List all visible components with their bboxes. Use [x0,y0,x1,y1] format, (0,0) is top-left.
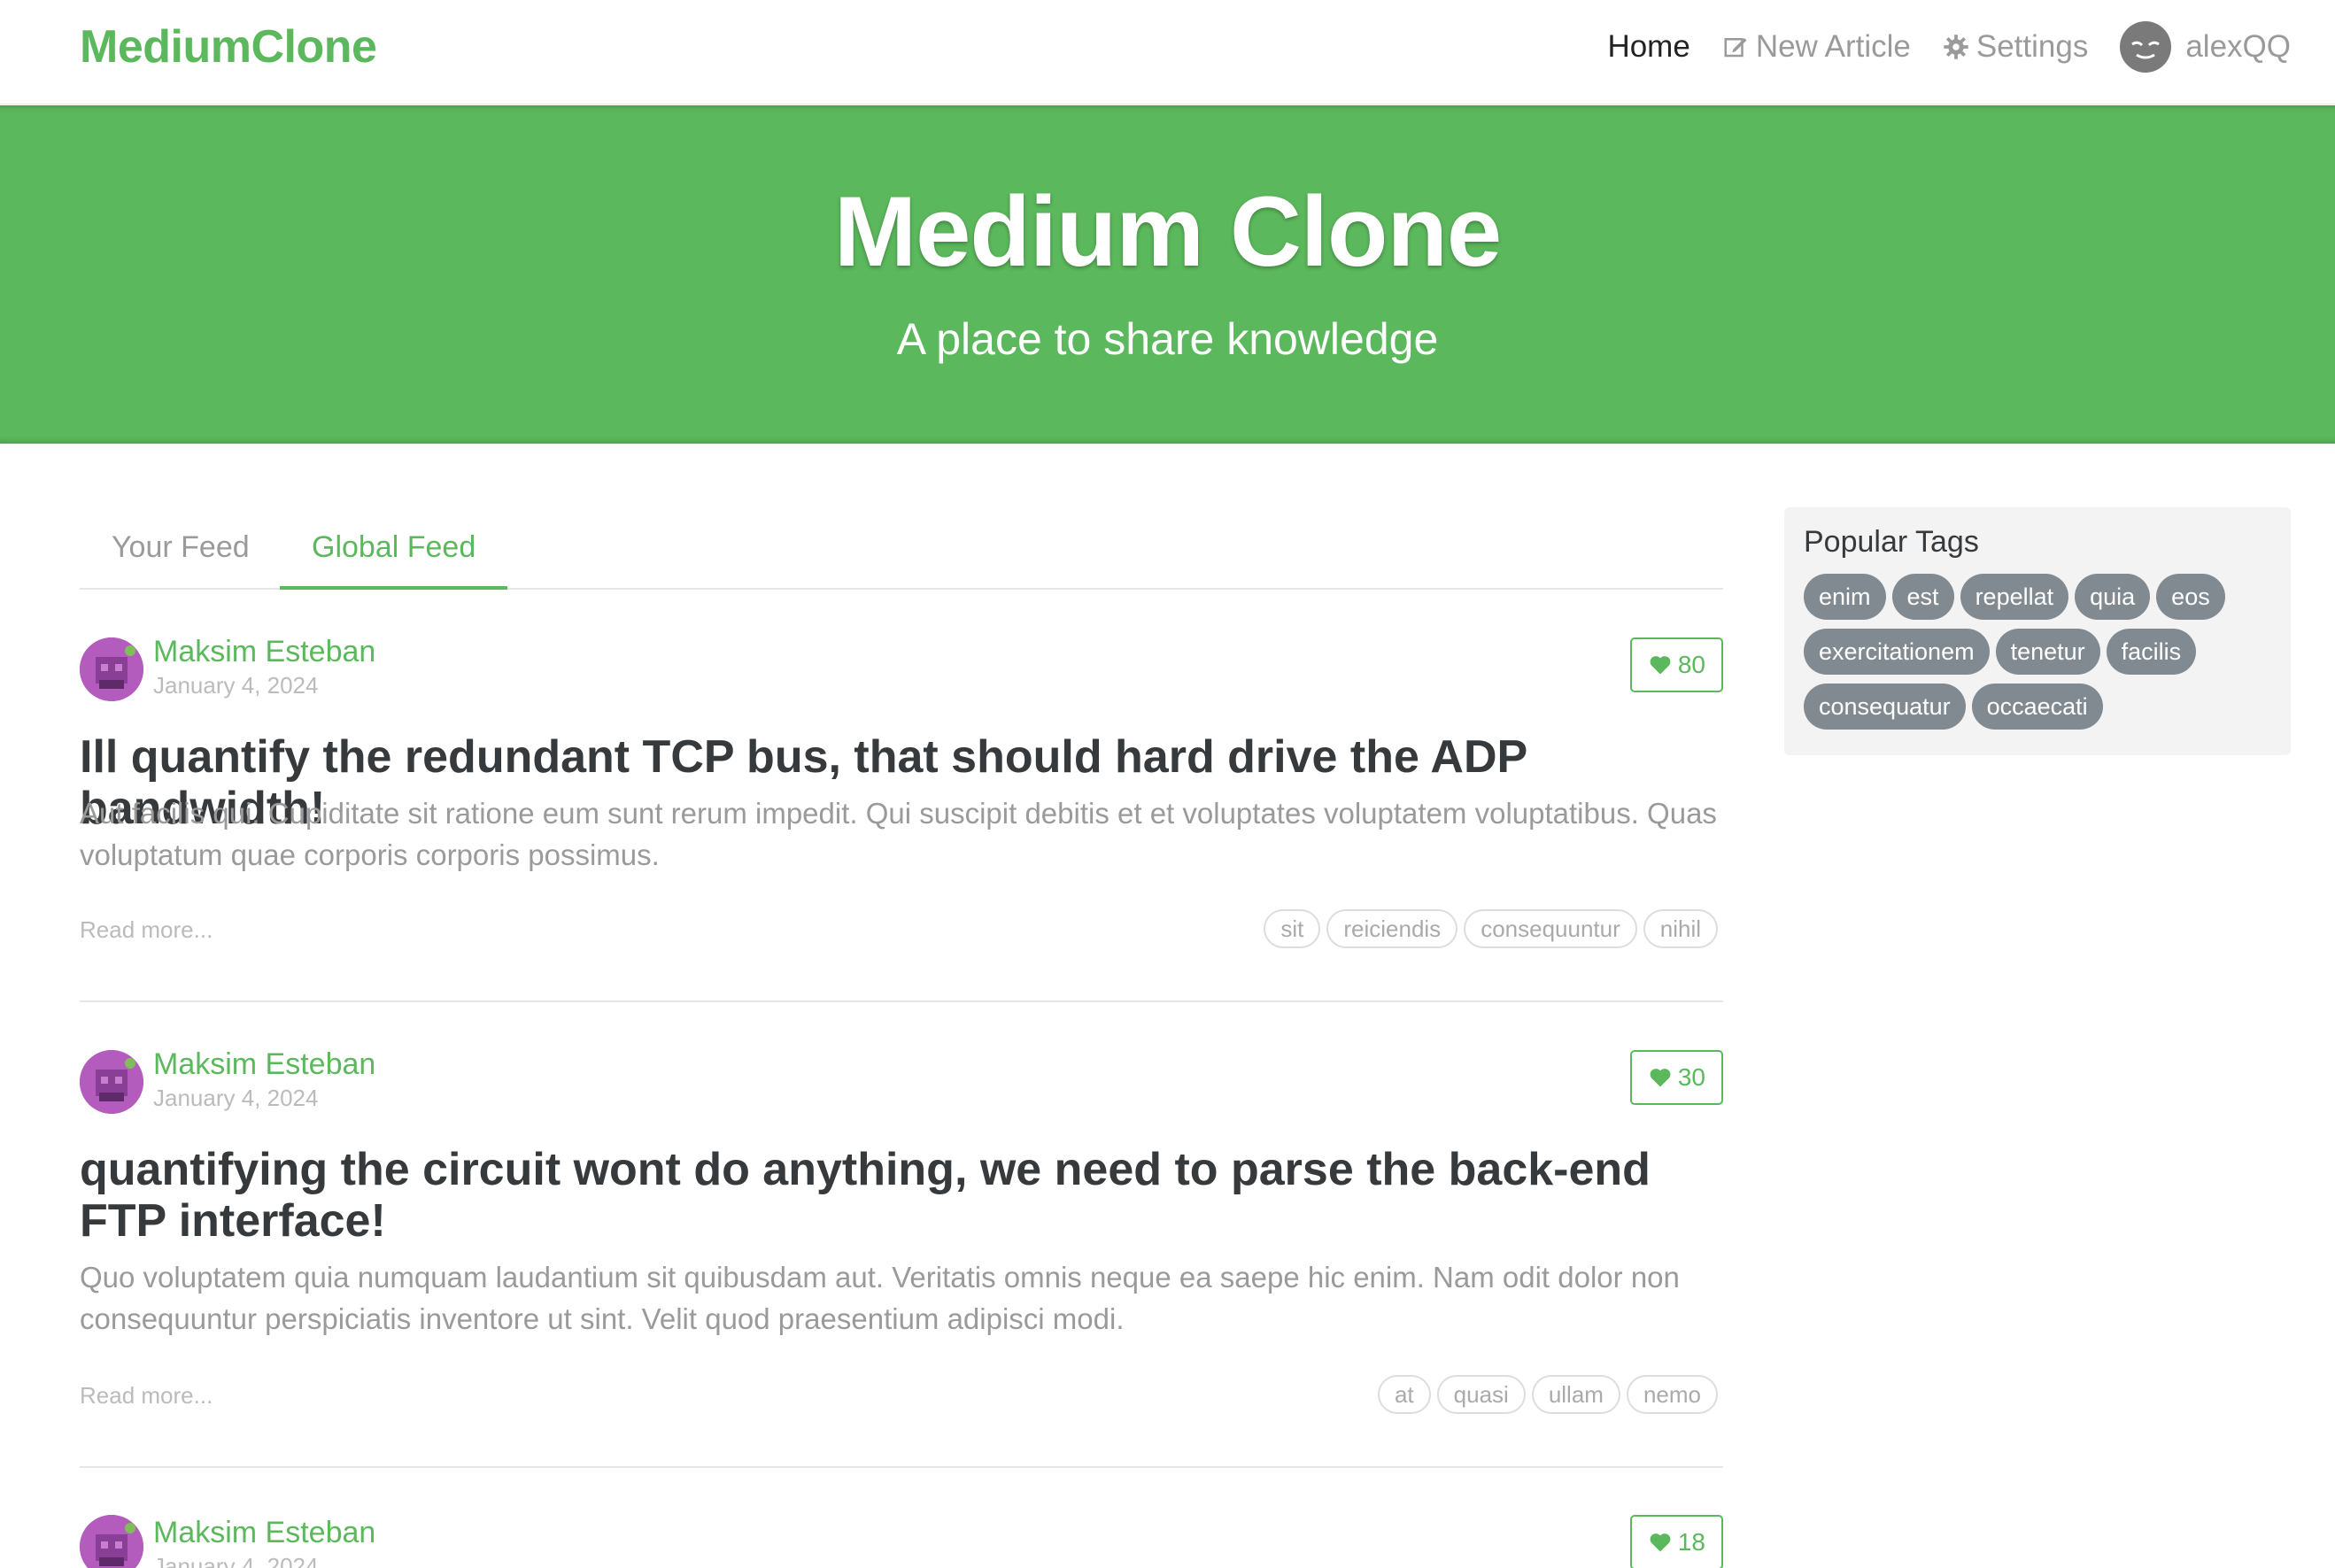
feed-tabs: Your Feed Global Feed [80,514,1723,590]
hero-banner: Medium Clone A place to share knowledge [0,105,2335,444]
article-preview: Maksim Esteban January 4, 2024 30 quanti… [80,1047,1723,1468]
popular-tag[interactable]: facilis [2106,629,2197,675]
brand-logo[interactable]: MediumClone [80,19,377,74]
favorite-count: 80 [1677,651,1705,678]
nav-profile-link[interactable]: alexQQ [2120,21,2291,73]
sidebar-title: Popular Tags [1804,525,1979,559]
nav-username: alexQQ [2185,29,2291,64]
article-preview: Maksim Esteban January 4, 2024 80 Ill qu… [80,635,1723,1002]
article-title[interactable]: quantifying the circuit wont do anything… [80,1144,1723,1247]
gear-icon [1944,35,1968,59]
edit-icon [1724,38,1747,58]
nav-home-link[interactable]: Home [1607,29,1689,65]
author-avatar[interactable] [80,1050,143,1114]
author-avatar[interactable] [80,1515,143,1568]
popular-tag[interactable]: eos [2156,574,2225,620]
article-date: January 4, 2024 [153,672,319,699]
nav-settings-label: Settings [1975,29,2089,64]
heart-icon [1650,1069,1671,1087]
popular-tag[interactable]: enim [1804,574,1886,620]
article-tag-list: at quasi ullam nemo [1372,1375,1718,1414]
popular-tag[interactable]: occaecati [1971,684,2103,730]
author-name[interactable]: Maksim Esteban [153,1515,375,1552]
popular-tag[interactable]: est [1891,574,1954,620]
article-tag[interactable]: at [1377,1375,1431,1414]
favorite-button[interactable]: 30 [1629,1050,1723,1105]
article-description: Quo voluptatem quia numquam laudantium s… [80,1261,1680,1335]
author-avatar[interactable] [80,637,143,701]
article-date: January 4, 2024 [153,1553,319,1568]
tag-cloud: enim est repellat quia eos exercitatione… [1804,574,2282,738]
read-more-link[interactable]: Read more... [80,1381,213,1410]
article-tag[interactable]: nemo [1626,1375,1718,1414]
favorite-button[interactable]: 18 [1629,1515,1723,1568]
article-preview: Maksim Esteban January 4, 2024 18 [80,1515,1723,1568]
user-avatar [2120,21,2172,73]
article-tag[interactable]: nihil [1643,909,1718,948]
heart-icon [1650,656,1671,675]
tab-global-feed[interactable]: Global Feed [280,514,508,590]
favorite-count: 30 [1677,1063,1705,1091]
article-tag[interactable]: ullam [1531,1375,1620,1414]
popular-tag[interactable]: consequatur [1804,684,1966,730]
author-name[interactable]: Maksim Esteban [153,632,375,671]
nav-settings-link[interactable]: Settings [1943,29,2088,65]
nav-new-article-label: New Article [1755,29,1911,64]
article-tag-list: sit reiciendis consequuntur nihil [1257,909,1718,948]
article-tag[interactable]: sit [1264,909,1321,948]
favorite-button[interactable]: 80 [1629,637,1723,692]
article-tag[interactable]: consequuntur [1464,909,1637,948]
popular-tag[interactable]: repellat [1960,574,2069,620]
nav-links: Home New Article Settings alexQQ [1575,0,2291,94]
tab-your-feed[interactable]: Your Feed [80,514,282,590]
read-more-link[interactable]: Read more... [80,915,213,944]
heart-icon [1650,1533,1671,1552]
author-name[interactable]: Maksim Esteban [153,1045,375,1084]
article-tag[interactable]: reiciendis [1326,909,1458,948]
navbar: MediumClone Home New Article Settings al… [0,0,2335,104]
article-tag[interactable]: quasi [1436,1375,1526,1414]
popular-tags-sidebar: Popular Tags enim est repellat quia eos … [1784,507,2291,755]
article-date: January 4, 2024 [153,1085,319,1111]
popular-tag[interactable]: quia [2075,574,2151,620]
favorite-count: 18 [1677,1528,1705,1556]
banner-title: Medium Clone [833,176,1502,287]
popular-tag[interactable]: exercitationem [1804,629,1990,675]
article-description: Aut facilis qui. Cupiditate sit ratione … [80,797,1717,871]
nav-home-label: Home [1607,29,1690,64]
banner-subtitle: A place to share knowledge [896,314,1439,364]
popular-tag[interactable]: tenetur [1995,629,2100,675]
nav-new-article-link[interactable]: New Article [1722,29,1911,65]
